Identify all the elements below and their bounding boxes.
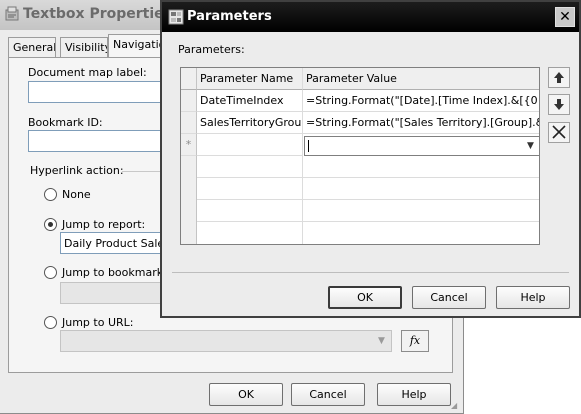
document-map-label: Document map label: bbox=[28, 66, 147, 79]
empty-cell bbox=[197, 178, 303, 200]
new-row-marker: * bbox=[181, 134, 197, 156]
textbox-title: Textbox Properties bbox=[23, 6, 172, 22]
parameter-value-combo[interactable]: ▼ bbox=[304, 136, 539, 156]
tab-visibility[interactable]: Visibility bbox=[60, 37, 108, 57]
parameters-dialog: Parameters ✕ Parameters: Parameter Name … bbox=[160, 0, 581, 318]
empty-cell bbox=[303, 200, 539, 222]
parameters-grid: Parameter Name Parameter Value DateTimeI… bbox=[180, 67, 540, 245]
close-button[interactable]: ✕ bbox=[555, 7, 575, 27]
text-caret bbox=[308, 140, 309, 152]
move-up-button[interactable] bbox=[548, 67, 570, 88]
radio-jump-to-bookmark[interactable] bbox=[44, 266, 57, 279]
parameters-title: Parameters bbox=[187, 9, 272, 24]
row-header[interactable] bbox=[181, 112, 197, 134]
report-select[interactable]: Daily Product Sales bbox=[60, 232, 164, 254]
grid-corner bbox=[181, 68, 197, 90]
parameters-icon bbox=[168, 9, 184, 25]
parameters-ok-button[interactable]: OK bbox=[328, 286, 402, 309]
parameter-value-cell[interactable]: =String.Format("[Sales Territory].[Group… bbox=[303, 112, 539, 134]
radio-none[interactable] bbox=[44, 188, 57, 201]
separator bbox=[172, 272, 569, 273]
empty-cell bbox=[197, 222, 303, 244]
radio-jump-to-report[interactable] bbox=[44, 218, 57, 231]
move-down-button[interactable] bbox=[548, 94, 570, 115]
radio-jump-to-bookmark-label: Jump to bookmark: bbox=[62, 266, 167, 279]
tab-general[interactable]: General bbox=[8, 37, 56, 57]
empty-cell bbox=[197, 200, 303, 222]
radio-none-label: None bbox=[62, 188, 91, 201]
empty-cell bbox=[303, 156, 539, 178]
expression-button[interactable]: fx bbox=[401, 330, 429, 352]
empty-cell bbox=[303, 222, 539, 244]
radio-jump-to-url[interactable] bbox=[44, 316, 57, 329]
parameter-name-cell[interactable]: DateTimeIndex bbox=[197, 90, 303, 112]
row-header[interactable] bbox=[181, 90, 197, 112]
radio-jump-to-url-label: Jump to URL: bbox=[62, 316, 134, 329]
bookmark-id-label: Bookmark ID: bbox=[28, 116, 103, 129]
delete-x-icon bbox=[552, 125, 566, 139]
textbox-cancel-button[interactable]: Cancel bbox=[291, 383, 365, 406]
properties-icon bbox=[5, 6, 19, 21]
group-divider bbox=[122, 171, 162, 172]
column-header-name[interactable]: Parameter Name bbox=[197, 68, 303, 90]
radio-selected-dot bbox=[48, 222, 53, 227]
new-parameter-name-cell[interactable] bbox=[197, 134, 303, 156]
parameters-cancel-button[interactable]: Cancel bbox=[412, 286, 486, 309]
empty-cell bbox=[303, 178, 539, 200]
parameters-label: Parameters: bbox=[178, 43, 245, 56]
arrow-up-icon bbox=[554, 72, 564, 83]
bookmark-select bbox=[60, 282, 164, 304]
chevron-down-icon: ▼ bbox=[378, 336, 385, 346]
tab-navigation[interactable]: Navigation bbox=[108, 34, 168, 58]
close-icon: ✕ bbox=[559, 9, 571, 25]
empty-cell bbox=[197, 156, 303, 178]
parameter-name-cell[interactable]: SalesTerritoryGroup bbox=[197, 112, 303, 134]
delete-button[interactable] bbox=[548, 122, 570, 143]
url-select: ▼ bbox=[60, 330, 392, 352]
parameters-titlebar[interactable]: Parameters ✕ bbox=[162, 2, 579, 32]
column-header-value[interactable]: Parameter Value bbox=[303, 68, 539, 90]
textbox-ok-button[interactable]: OK bbox=[209, 383, 283, 406]
parameter-value-cell[interactable]: =String.Format("[Date].[Time Index].&[{0… bbox=[303, 90, 539, 112]
empty-row-headers bbox=[181, 156, 197, 244]
parameters-help-button[interactable]: Help bbox=[496, 286, 570, 309]
radio-jump-to-report-label: Jump to report: bbox=[62, 218, 146, 231]
chevron-down-icon[interactable]: ▼ bbox=[523, 138, 538, 154]
textbox-help-button[interactable]: Help bbox=[377, 383, 451, 406]
resize-grip-icon[interactable]: ◢ bbox=[451, 401, 461, 411]
arrow-down-icon bbox=[554, 99, 564, 110]
hyperlink-action-label: Hyperlink action: bbox=[30, 164, 124, 177]
